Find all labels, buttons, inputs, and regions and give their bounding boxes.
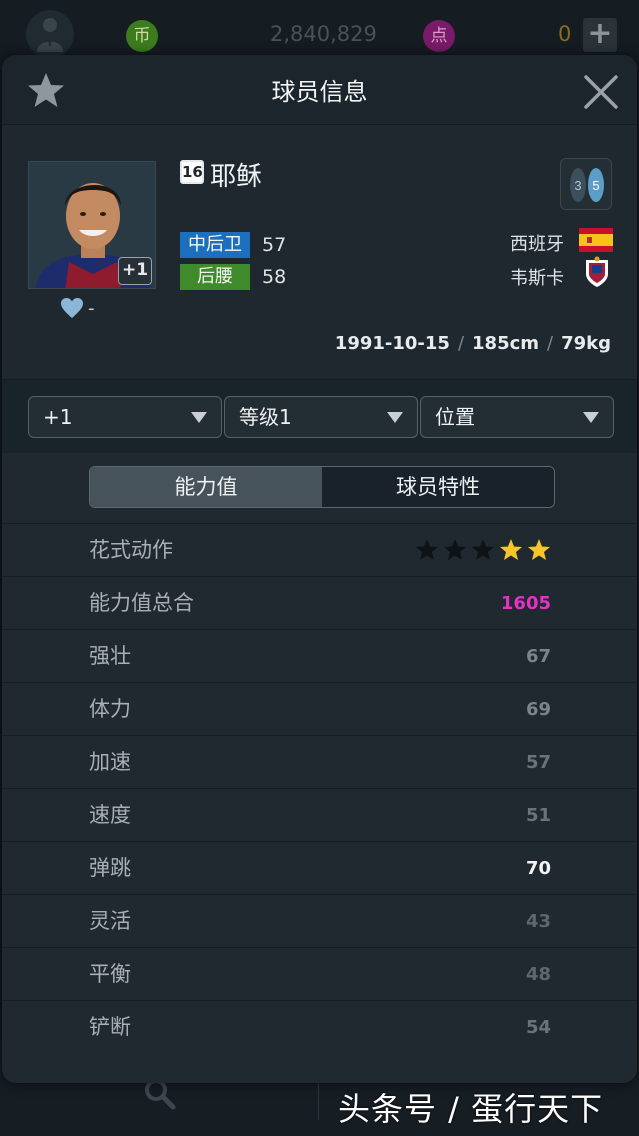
nationality-label: 西班牙 — [510, 234, 564, 255]
dropdown-arrow-icon — [387, 412, 403, 423]
stat-label: 弹跳 — [89, 856, 131, 880]
stat-row: 能力值总合 1605 — [2, 576, 637, 629]
stat-label: 体力 — [89, 697, 131, 721]
stat-value: 69 — [525, 699, 551, 720]
stat-value: 57 — [525, 752, 551, 773]
height: 185cm — [472, 333, 540, 354]
weak-foot-value: 3 — [574, 178, 581, 193]
player-profile: +1 - 16 耶稣 中后卫 57 后腰 58 3 5 西班牙 韦斯卡 1991… — [2, 126, 637, 379]
upgrade-select-value: +1 — [43, 405, 73, 429]
modal-header: 球员信息 — [2, 55, 637, 125]
star-icon — [416, 539, 438, 560]
favorite-count[interactable]: - — [60, 296, 95, 320]
stat-label: 平衡 — [89, 962, 131, 986]
watermark: 头条号 / 蛋行天下 — [338, 1090, 604, 1128]
tab-abilities[interactable]: 能力值 — [90, 467, 322, 507]
stat-label: 铲断 — [89, 1015, 131, 1039]
star-icon — [472, 539, 494, 560]
skill-moves-row: 花式动作 — [2, 523, 637, 576]
stat-value: 1605 — [500, 593, 551, 614]
position-select-value: 位置 — [435, 405, 475, 429]
dropdown-arrow-icon — [583, 412, 599, 423]
close-icon[interactable] — [583, 74, 619, 110]
upgrade-level-badge: +1 — [118, 257, 152, 285]
heart-icon — [61, 298, 83, 318]
player-name: 耶稣 — [210, 162, 263, 192]
club-crest-icon — [586, 256, 608, 287]
strong-foot-value: 5 — [592, 178, 599, 193]
gold-coin-icon: 币 — [126, 20, 158, 52]
stat-row: 体力 69 — [2, 682, 637, 735]
stat-value: 51 — [525, 805, 551, 826]
position-rating: 58 — [262, 266, 287, 288]
upgrade-select[interactable]: +1 — [28, 396, 222, 438]
spain-flag-icon — [579, 228, 613, 252]
stat-label: 花式动作 — [89, 538, 173, 562]
foot-ability-box: 3 5 — [560, 158, 612, 210]
points-balance: 0 — [558, 22, 572, 46]
club-label: 韦斯卡 — [510, 268, 564, 289]
player-bio: 1991-10-15 / 185cm / 79kg — [335, 333, 611, 354]
stat-row: 强壮 67 — [2, 629, 637, 682]
position-tag: 后腰 — [180, 264, 250, 290]
tab-traits[interactable]: 球员特性 — [322, 467, 554, 507]
add-points-button[interactable]: + — [583, 18, 617, 52]
jersey-number-badge: 16 — [180, 160, 204, 184]
star-icon — [500, 539, 522, 560]
position-tag: 中后卫 — [180, 232, 250, 258]
points-icon: 点 — [423, 20, 455, 52]
nav-divider — [318, 1080, 319, 1120]
stat-row: 灵活 43 — [2, 894, 637, 947]
stat-value: 54 — [525, 1017, 551, 1038]
skill-stars — [416, 539, 550, 560]
position-row: 中后卫 57 — [180, 231, 286, 259]
stat-label: 能力值总合 — [89, 591, 194, 615]
stat-value: 48 — [525, 964, 551, 985]
stat-label: 灵活 — [89, 909, 131, 933]
stat-row: 铲断 54 — [2, 1000, 637, 1053]
stat-label: 强壮 — [89, 644, 131, 668]
stat-row: 弹跳 70 — [2, 841, 637, 894]
stats-panel: 能力值 球员特性 花式动作 能力值总合 1605 强壮 67 体力 69 加速 … — [2, 453, 637, 1083]
manager-avatar[interactable] — [26, 10, 74, 58]
stat-label: 加速 — [89, 750, 131, 774]
position-rating: 57 — [262, 234, 287, 256]
stat-value: 70 — [525, 858, 551, 879]
stat-value: 67 — [525, 646, 551, 667]
stat-value: 43 — [525, 911, 551, 932]
stat-label: 速度 — [89, 803, 131, 827]
birthdate: 1991-10-15 — [334, 333, 450, 354]
tab-bar: 能力值 球员特性 — [89, 466, 555, 508]
manager-silhouette-icon — [37, 18, 63, 52]
feet-icon: 3 5 — [570, 168, 604, 202]
stat-row: 平衡 48 — [2, 947, 637, 1000]
gold-balance: 2,840,829 — [270, 22, 377, 46]
stat-row: 加速 57 — [2, 735, 637, 788]
stat-row: 速度 51 — [2, 788, 637, 841]
position-select[interactable]: 位置 — [420, 396, 614, 438]
dropdown-arrow-icon — [191, 412, 207, 423]
level-select[interactable]: 等级1 — [224, 396, 418, 438]
weight: 79kg — [561, 333, 611, 354]
star-icon — [528, 539, 550, 560]
position-row: 后腰 58 — [180, 263, 286, 291]
favorite-count-value: - — [88, 297, 95, 319]
star-icon — [444, 539, 466, 560]
bio-separator: / — [457, 333, 465, 354]
level-select-value: 等级1 — [239, 405, 292, 429]
bio-separator: / — [547, 333, 554, 354]
filter-bar: +1 等级1 位置 — [2, 379, 637, 453]
modal-title: 球员信息 — [271, 78, 368, 106]
player-info-modal: 球员信息 +1 - 16 耶稣 中后卫 57 后腰 58 3 5 西班牙 韦斯卡… — [2, 55, 637, 1083]
app-screen: 币 2,840,829 点 0 + 球员信息 +1 - 16 耶稣 中后卫 57… — [0, 0, 639, 1136]
